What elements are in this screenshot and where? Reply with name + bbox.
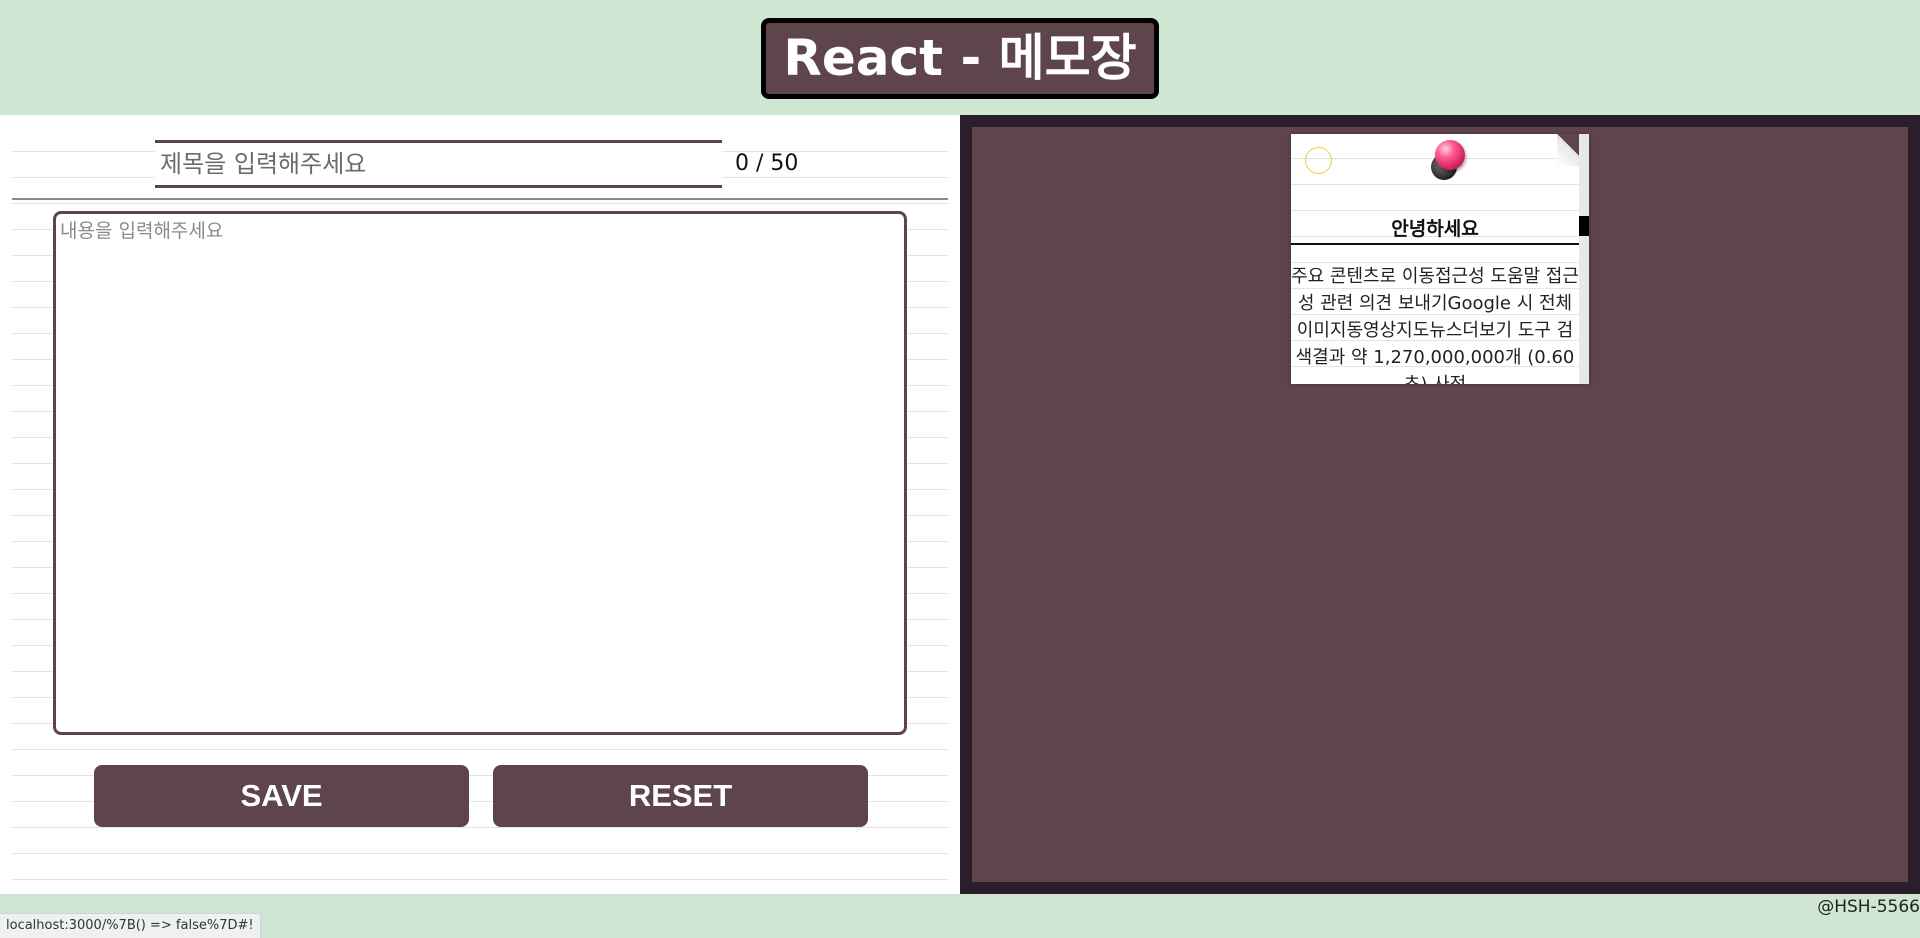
divider	[12, 198, 948, 200]
note-body: 주요 콘텐츠로 이동접근성 도움말 접근성 관련 의견 보내기Google 시 …	[1291, 266, 1579, 384]
title-row: 0 / 50	[155, 140, 855, 188]
pushpin-icon	[1435, 140, 1465, 170]
title-input[interactable]	[155, 140, 722, 188]
title-char-counter: 0 / 50	[735, 151, 799, 176]
memo-note[interactable]: 안녕하세요 주요 콘텐츠로 이동접근성 도움말 접근성 관련 의견 보내기Goo…	[1291, 134, 1589, 384]
browser-status-bar: localhost:3000/%7B() => false%7D#!	[0, 913, 261, 938]
editor-panel: 0 / 50 SAVE RESET	[0, 115, 960, 894]
save-button[interactable]: SAVE	[94, 765, 469, 827]
reset-button[interactable]: RESET	[493, 765, 868, 827]
note-scrollbar[interactable]	[1579, 134, 1589, 384]
note-scroll-thumb[interactable]	[1579, 216, 1589, 236]
footer-credit: @HSH-5566	[1817, 897, 1920, 917]
content-textarea[interactable]	[53, 211, 907, 735]
header: React - 메모장	[0, 0, 1920, 115]
circle-icon[interactable]	[1305, 147, 1332, 174]
page-title: React - 메모장	[761, 18, 1159, 99]
note-title: 안녕하세요	[1291, 215, 1579, 245]
